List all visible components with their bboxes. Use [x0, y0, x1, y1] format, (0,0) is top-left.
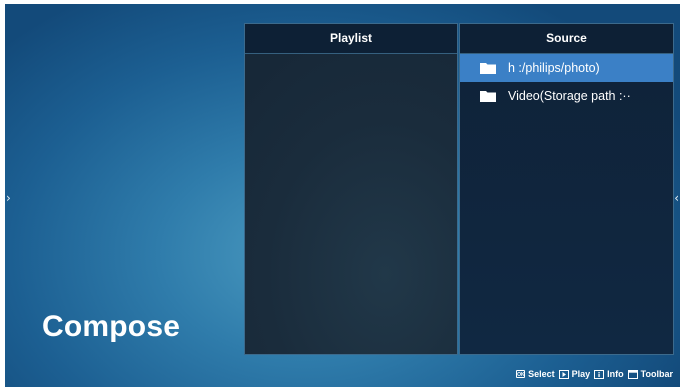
- folder-icon: [480, 63, 496, 74]
- hint-select: OK Select: [516, 369, 555, 379]
- hint-toolbar: Toolbar: [627, 369, 673, 379]
- toolbar-icon: [627, 369, 638, 379]
- hint-info: Info: [594, 369, 624, 379]
- play-icon: [558, 369, 569, 379]
- source-item-photo[interactable]: h :/philips/photo): [460, 54, 673, 82]
- source-item-video[interactable]: Video(Storage path :··: [460, 82, 673, 110]
- chevron-right-icon[interactable]: ›: [6, 192, 11, 204]
- hint-play: Play: [558, 369, 591, 379]
- ok-key-icon: OK: [516, 370, 526, 378]
- playlist-panel[interactable]: Playlist: [244, 23, 458, 355]
- folder-icon: [480, 91, 496, 102]
- info-icon: [594, 369, 605, 379]
- playlist-header: Playlist: [245, 24, 457, 54]
- source-panel: Source h :/philips/photo) Video(Storage …: [459, 23, 674, 355]
- source-item-label: Video(Storage path :··: [508, 89, 631, 103]
- page-title: Compose: [42, 310, 181, 343]
- compose-screen: › ‹ Playlist Source h :/philips/photo) V…: [5, 4, 680, 387]
- hint-label: Select: [528, 369, 555, 379]
- source-item-label: h :/philips/photo): [508, 61, 600, 75]
- remote-hint-bar: OK Select Play Info Toolbar: [516, 369, 673, 379]
- hint-label: Play: [571, 369, 591, 379]
- chevron-left-icon[interactable]: ‹: [674, 192, 679, 204]
- hint-label: Toolbar: [640, 369, 673, 379]
- source-header: Source: [460, 24, 673, 54]
- hint-label: Info: [607, 369, 624, 379]
